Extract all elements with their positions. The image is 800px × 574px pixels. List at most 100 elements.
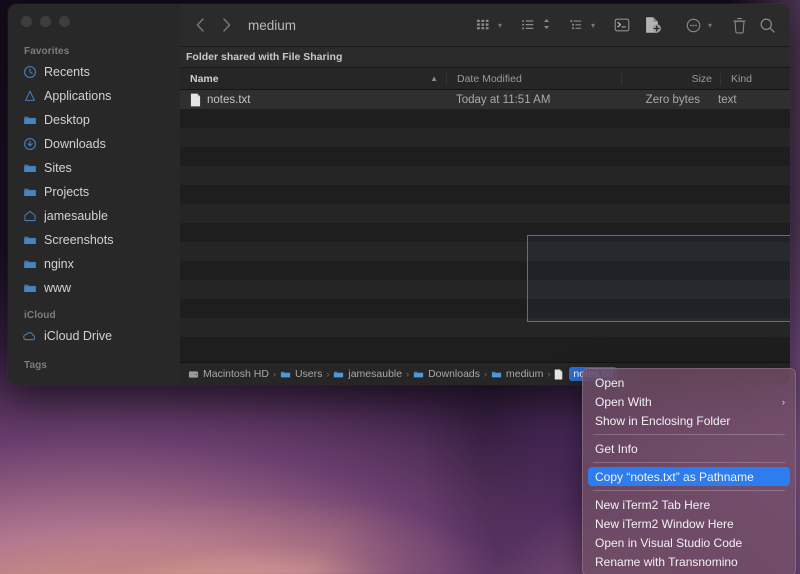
- sidebar-header-icloud: iCloud: [24, 310, 56, 321]
- empty-row[interactable]: [180, 185, 790, 204]
- menu-item-new-iterm2-window-here[interactable]: New iTerm2 Window Here: [583, 514, 795, 533]
- folder-icon: [413, 369, 424, 380]
- sort-ascending-icon: ▲: [430, 74, 438, 83]
- chevron-down-icon[interactable]: ▾: [708, 21, 712, 30]
- sidebar-item-screenshots[interactable]: Screenshots: [8, 228, 180, 252]
- sidebar-item-applications[interactable]: Applications: [8, 84, 180, 108]
- column-headers: Name ▲ Date Modified Size Kind: [180, 67, 790, 90]
- home-icon: [22, 209, 37, 224]
- sidebar-header-favorites: Favorites: [24, 46, 70, 57]
- table-row[interactable]: notes.txt Today at 11:51 AM Zero bytes t…: [180, 90, 790, 109]
- menu-item-label: Open With: [595, 394, 652, 409]
- sidebar-item-label: Projects: [44, 185, 90, 199]
- finder-sidebar: Favorites Recents Applications Desktop D…: [8, 4, 180, 385]
- finder-toolbar: medium ▾ ▾ ▾: [180, 4, 790, 47]
- text-document-icon: [554, 369, 565, 380]
- menu-item-show-in-enclosing-folder[interactable]: Show in Enclosing Folder: [583, 411, 795, 430]
- breadcrumb-jamesauble[interactable]: jamesauble: [329, 368, 406, 380]
- chevron-right-icon: ›: [782, 396, 785, 407]
- sidebar-item-downloads[interactable]: Downloads: [8, 132, 180, 156]
- menu-separator: [593, 434, 785, 435]
- breadcrumb-users[interactable]: Users: [276, 368, 326, 380]
- terminal-icon[interactable]: [609, 13, 635, 37]
- menu-item-open-with[interactable]: Open With ›: [583, 392, 795, 411]
- empty-row[interactable]: [180, 128, 790, 147]
- folder-icon: [280, 369, 291, 380]
- forward-button[interactable]: [214, 13, 238, 37]
- menu-separator: [593, 490, 785, 491]
- close-button[interactable]: [21, 16, 32, 27]
- sidebar-item-label: www: [44, 281, 72, 295]
- menu-item-new-iterm2-tab-here[interactable]: New iTerm2 Tab Here: [583, 495, 795, 514]
- folder-icon: [22, 257, 37, 272]
- menu-item-open[interactable]: Open: [583, 373, 795, 392]
- icon-view-group[interactable]: ▾: [471, 13, 502, 37]
- cloud-icon: [22, 329, 37, 344]
- search-icon[interactable]: [754, 13, 780, 37]
- back-button[interactable]: [188, 13, 212, 37]
- empty-row[interactable]: [180, 166, 790, 185]
- menu-item-rename-with-transnomino[interactable]: Rename with Transnomino: [583, 552, 795, 571]
- menu-item-open-in-visual-studio-code[interactable]: Open in Visual Studio Code: [583, 533, 795, 552]
- empty-row[interactable]: [180, 299, 790, 318]
- sidebar-item-icloud-drive[interactable]: iCloud Drive: [8, 324, 180, 348]
- text-document-icon: [190, 93, 201, 107]
- sidebar-item-jamesauble[interactable]: jamesauble: [8, 204, 180, 228]
- menu-item-label: Open in Visual Studio Code: [595, 535, 743, 550]
- empty-row[interactable]: [180, 261, 790, 280]
- folder-icon: [22, 161, 37, 176]
- empty-row[interactable]: [180, 318, 790, 337]
- group-by-icon[interactable]: [564, 13, 590, 37]
- sort-updown-icon[interactable]: [543, 18, 550, 32]
- menu-item-label: Show in Enclosing Folder: [595, 413, 731, 428]
- menu-item-label: Copy “notes.txt” as Pathname: [595, 469, 754, 484]
- menu-item-copy-as-pathname[interactable]: Copy “notes.txt” as Pathname: [588, 467, 790, 486]
- breadcrumb-downloads[interactable]: Downloads: [409, 368, 484, 380]
- file-size-cell: Zero bytes: [645, 93, 700, 106]
- new-file-icon[interactable]: [637, 13, 667, 37]
- sidebar-item-sites[interactable]: Sites: [8, 156, 180, 180]
- column-header-size[interactable]: Size: [621, 72, 720, 85]
- sidebar-item-nginx[interactable]: nginx: [8, 252, 180, 276]
- menu-separator: [593, 462, 785, 463]
- file-list[interactable]: notes.txt Today at 11:51 AM Zero bytes t…: [180, 90, 790, 362]
- group-by-group[interactable]: ▾: [564, 13, 595, 37]
- sidebar-item-projects[interactable]: Projects: [8, 180, 180, 204]
- empty-row[interactable]: [180, 280, 790, 299]
- empty-row[interactable]: [180, 147, 790, 166]
- list-view-icon[interactable]: [516, 13, 542, 37]
- empty-row[interactable]: [180, 337, 790, 356]
- zoom-button[interactable]: [59, 16, 70, 27]
- icon-view-icon[interactable]: [471, 13, 497, 37]
- column-header-name[interactable]: Name ▲: [180, 73, 446, 85]
- file-kind-cell: text: [718, 93, 737, 106]
- sidebar-item-desktop[interactable]: Desktop: [8, 108, 180, 132]
- menu-item-get-info[interactable]: Get Info: [583, 439, 795, 458]
- file-date-cell: Today at 11:51 AM: [456, 93, 551, 106]
- chevron-down-icon[interactable]: ▾: [591, 21, 595, 30]
- column-header-date-modified[interactable]: Date Modified: [446, 72, 621, 85]
- more-actions-icon[interactable]: [681, 13, 707, 37]
- finder-main: medium ▾ ▾ ▾ Folder shared with File Sha…: [180, 4, 790, 385]
- context-menu[interactable]: Open Open With › Show in Enclosing Folde…: [582, 368, 796, 574]
- trash-icon[interactable]: [726, 13, 752, 37]
- empty-row[interactable]: [180, 109, 790, 128]
- breadcrumb-macintosh-hd[interactable]: Macintosh HD: [184, 368, 273, 380]
- sidebar-item-label: Recents: [44, 65, 90, 79]
- file-name-cell: notes.txt: [180, 93, 446, 107]
- chevron-down-icon[interactable]: ▾: [498, 21, 502, 30]
- column-header-kind[interactable]: Kind: [720, 72, 790, 85]
- empty-row[interactable]: [180, 242, 790, 261]
- sidebar-item-label: nginx: [44, 257, 74, 271]
- sidebar-item-www[interactable]: www: [8, 276, 180, 300]
- empty-row[interactable]: [180, 223, 790, 242]
- empty-row[interactable]: [180, 204, 790, 223]
- list-view-group[interactable]: [516, 13, 550, 37]
- breadcrumb-medium[interactable]: medium: [487, 368, 547, 380]
- minimize-button[interactable]: [40, 16, 51, 27]
- sidebar-item-label: jamesauble: [44, 209, 108, 223]
- more-actions-group[interactable]: ▾: [681, 13, 712, 37]
- clock-icon: [22, 65, 37, 80]
- downloads-icon: [22, 137, 37, 152]
- sidebar-item-recents[interactable]: Recents: [8, 60, 180, 84]
